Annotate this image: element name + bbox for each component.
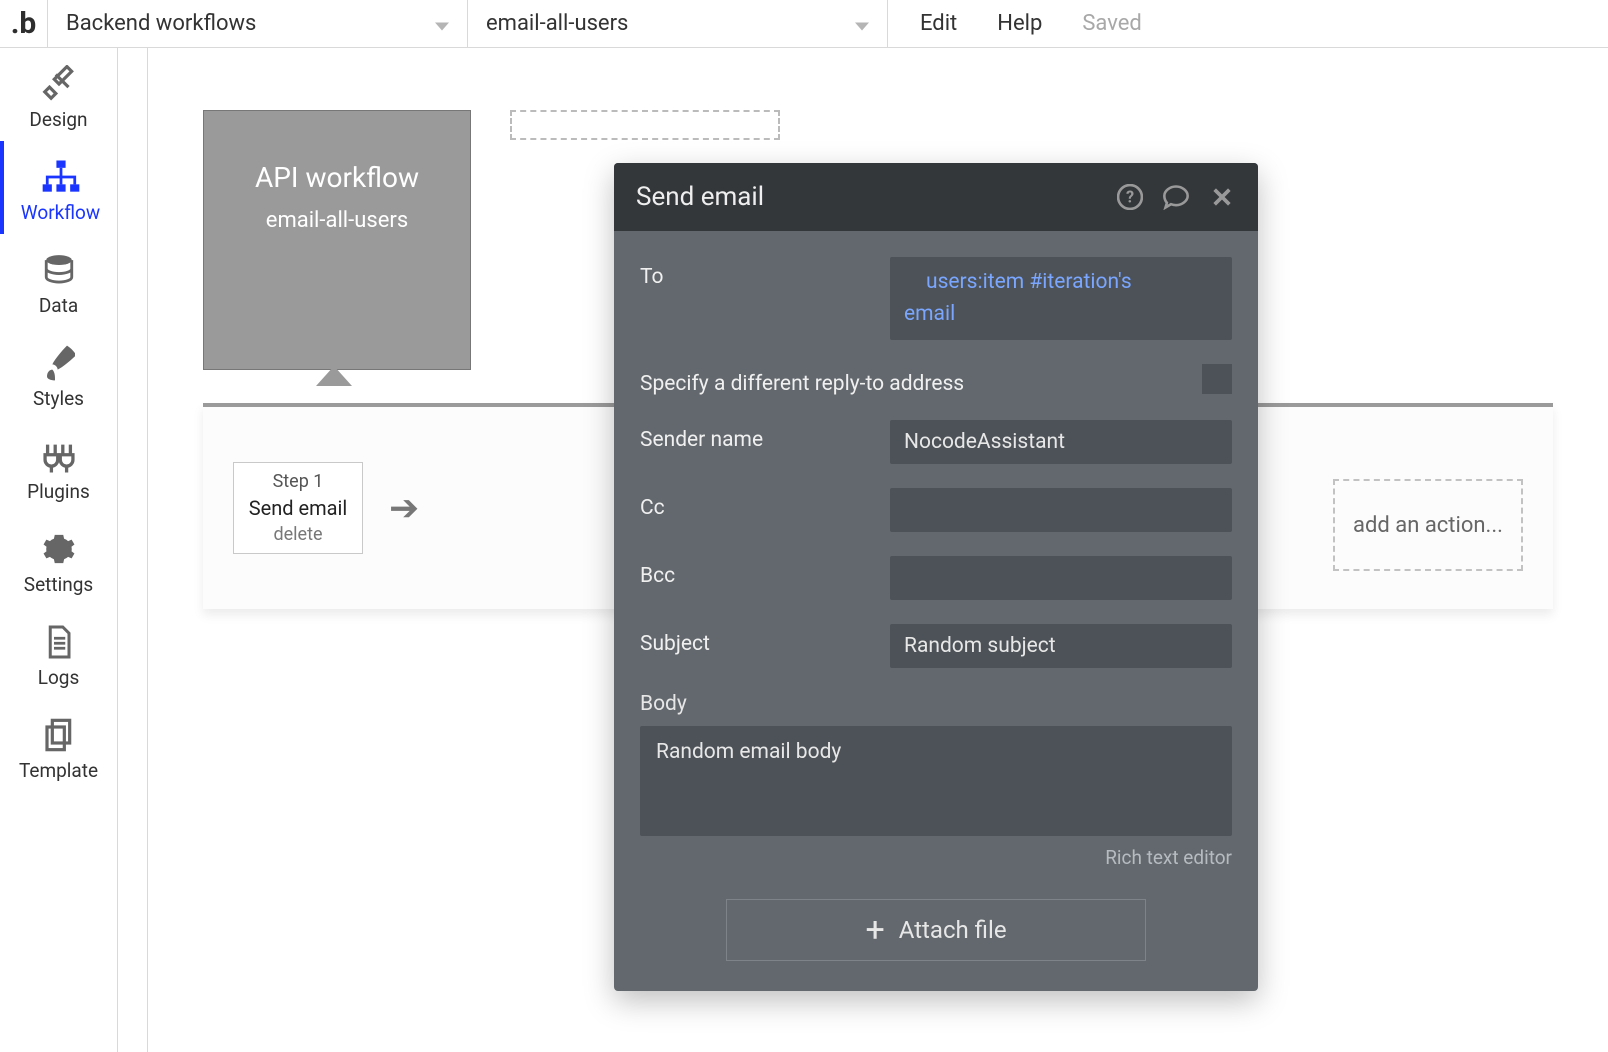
nav-logs[interactable]: Logs [0,606,117,699]
step-number: Step 1 [273,469,324,494]
help-link[interactable]: Help [997,11,1042,36]
row-bcc: Bcc [640,556,1232,600]
label-cc: Cc [640,488,890,520]
workflow-pointer-icon [316,366,352,386]
label-to: To [640,257,890,289]
svg-text:?: ? [1126,187,1134,206]
attach-file-label: Attach file [899,916,1007,944]
rich-text-editor-link[interactable]: Rich text editor [640,846,1232,869]
edit-link[interactable]: Edit [920,11,957,36]
chevron-down-icon [435,11,449,36]
row-cc: Cc [640,488,1232,532]
help-icon[interactable]: ? [1116,183,1144,211]
nav-template[interactable]: Template [0,699,117,792]
property-panel-header[interactable]: Send email ? [614,163,1258,231]
arrow-right-icon: ➔ [389,487,419,529]
nav-label: Design [0,108,117,131]
add-event-placeholder[interactable] [510,110,780,140]
property-panel: Send email ? To users:item #iteration's [614,163,1258,991]
nav-label: Plugins [0,480,117,503]
workflow-dropdown[interactable]: email-all-users [468,0,888,47]
nav-label: Workflow [4,201,117,224]
logo-b-icon: .b [11,6,37,41]
nav-settings[interactable]: Settings [0,513,117,606]
bcc-field[interactable] [890,556,1232,600]
design-icon [0,62,117,106]
workflow-dropdown-label: email-all-users [486,11,628,36]
sender-name-field[interactable]: NocodeAssistant [890,420,1232,464]
row-to: To users:item #iteration's email [640,257,1232,340]
document-icon [0,620,117,664]
left-nav: Design Workflow Data Styles Plugins [0,48,118,1052]
label-bcc: Bcc [640,556,890,588]
workflow-event-title: API workflow [204,161,470,194]
label-body: Body [640,692,1232,716]
nav-data[interactable]: Data [0,234,117,327]
attach-file-button[interactable]: + Attach file [726,899,1146,961]
body-field[interactable]: Random email body [640,726,1232,836]
nav-plugins[interactable]: Plugins [0,420,117,513]
row-sender-name: Sender name NocodeAssistant [640,420,1232,464]
nav-design[interactable]: Design [0,48,117,141]
app-logo[interactable]: .b [0,0,48,47]
property-panel-title: Send email [636,182,1116,212]
to-expression-line1: users:item #iteration's [904,267,1218,299]
nav-label: Logs [0,666,117,689]
chevron-down-icon [855,11,869,36]
nav-styles[interactable]: Styles [0,327,117,420]
nav-workflow[interactable]: Workflow [0,141,117,234]
topbar-links: Edit Help Saved [888,0,1142,47]
workflow-icon [4,155,117,199]
nav-label: Template [0,759,117,782]
step-delete[interactable]: delete [273,522,322,547]
add-action-label: add an action... [1353,513,1503,538]
step-title: Send email [249,494,348,522]
label-reply-to: Specify a different reply-to address [640,364,1202,396]
nav-label: Data [0,294,117,317]
reply-to-checkbox[interactable] [1202,364,1232,394]
nav-label: Settings [0,573,117,596]
to-expression-line2: email [904,302,955,326]
row-reply-to: Specify a different reply-to address [640,364,1232,396]
section-dropdown[interactable]: Backend workflows [48,0,468,47]
plug-icon [0,434,117,478]
copy-icon [0,713,117,757]
section-dropdown-label: Backend workflows [66,11,256,36]
saved-status: Saved [1082,11,1141,36]
gear-icon [0,527,117,571]
label-sender-name: Sender name [640,420,890,452]
canvas-gutter [118,48,148,1052]
brush-icon [0,341,117,385]
workflow-event-subtitle: email-all-users [204,208,470,233]
workflow-canvas: API workflow email-all-users Step 1 Send… [148,48,1608,1052]
add-action-placeholder[interactable]: add an action... [1333,479,1523,571]
comment-icon[interactable] [1162,183,1190,211]
subject-field[interactable]: Random subject [890,624,1232,668]
close-icon[interactable] [1208,183,1236,211]
top-bar: .b Backend workflows email-all-users Edi… [0,0,1608,48]
property-panel-body: To users:item #iteration's email Specify… [614,231,1258,991]
to-field[interactable]: users:item #iteration's email [890,257,1232,340]
nav-label: Styles [0,387,117,410]
workflow-event-card[interactable]: API workflow email-all-users [203,110,471,370]
label-subject: Subject [640,624,890,656]
step-card[interactable]: Step 1 Send email delete [233,462,363,554]
cc-field[interactable] [890,488,1232,532]
row-subject: Subject Random subject [640,624,1232,668]
database-icon [0,248,117,292]
